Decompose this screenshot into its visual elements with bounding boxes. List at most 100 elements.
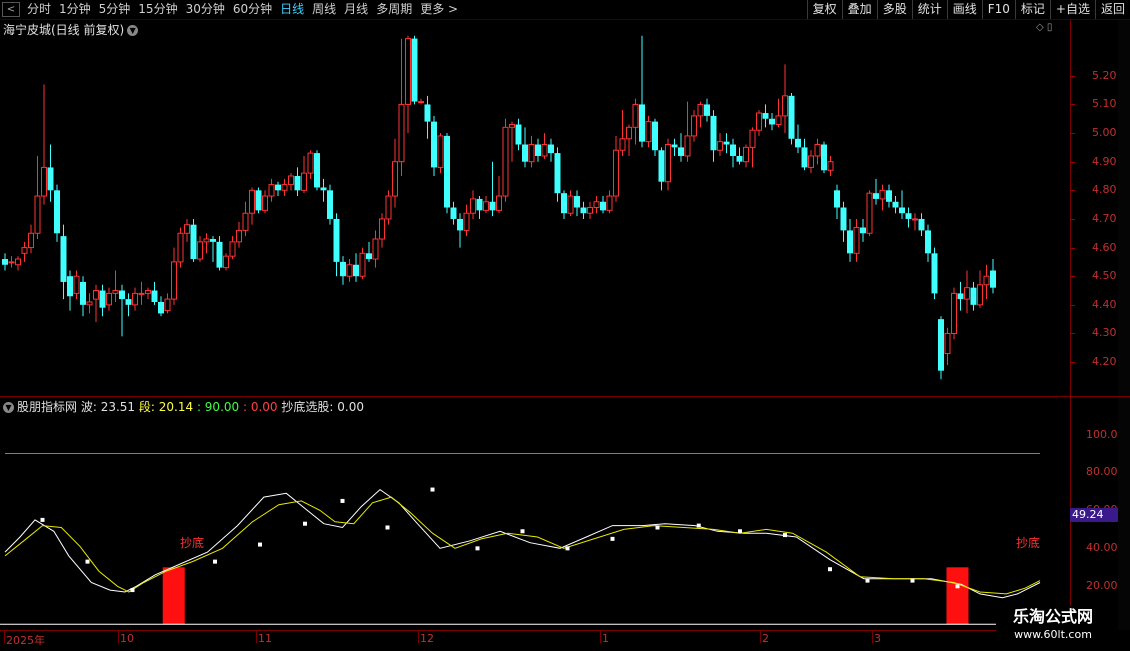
candle-body-up (665, 144, 671, 183)
candle-body-up (756, 112, 762, 131)
candle-body-down (905, 213, 912, 219)
chart-canvas[interactable] (0, 0, 1070, 630)
wave-marker (955, 584, 960, 589)
signal-bar (946, 567, 969, 625)
candle-body-down (67, 276, 73, 297)
candle-body-up (418, 101, 424, 104)
candle-body-up (470, 198, 476, 214)
candle-body-down (990, 270, 996, 288)
candle-body-up (281, 184, 288, 191)
seg-value: 段: 20.14 (138, 400, 194, 414)
indicator-tick-label: 20.00 (1086, 579, 1118, 593)
price-tick-mark (1070, 362, 1075, 364)
watermark-main: 乐淘公式网 (1012, 607, 1093, 626)
price-tick-label: 5.10 (1092, 97, 1117, 111)
indicator-name[interactable]: 股朋指标网 (17, 400, 77, 414)
time-divider (760, 631, 761, 643)
candle-body-up (236, 229, 242, 243)
candle-body-down (795, 138, 801, 148)
price-tick-label: 5.00 (1092, 126, 1117, 140)
indicator-tick-label: 40.00 (1086, 541, 1118, 555)
candle-body-down (489, 201, 496, 211)
candle-body-down (320, 187, 327, 191)
candle-body-down (736, 155, 743, 162)
candle-body-up (268, 184, 275, 197)
candle-body-up (619, 138, 626, 151)
wave-marker (258, 542, 262, 547)
time-axis: 2025年 10 11 12 1 2 3 (0, 630, 1070, 651)
candle-body-up (632, 103, 639, 128)
signal-label: 抄底 (180, 536, 205, 550)
candle-body-up (944, 332, 951, 355)
price-tick-mark (1070, 104, 1075, 106)
candle-body-up (262, 195, 268, 211)
candle-body-up (983, 275, 990, 286)
candle-body-up (385, 195, 392, 220)
candle-body-down (834, 190, 840, 208)
candle-body-up (177, 232, 184, 263)
candle-body-down (730, 144, 736, 156)
right-axis-line (1070, 20, 1071, 630)
time-divider (872, 631, 873, 643)
candle-body-down (847, 230, 853, 254)
wave-marker (130, 588, 135, 593)
candle-body-up (86, 301, 93, 306)
candle-body-down (151, 290, 158, 302)
wave-marker (520, 529, 525, 534)
candle-body-down (216, 241, 223, 268)
candle-body-up (749, 129, 756, 148)
wave-marker (40, 517, 45, 522)
candle-body-up (184, 224, 190, 234)
candle-body-up (437, 135, 444, 168)
candle-body-down (411, 38, 418, 102)
candle-body-up (171, 261, 177, 300)
candle-body-up (359, 252, 366, 277)
price-tick-mark (1070, 304, 1075, 306)
candle-body-up (743, 146, 749, 163)
candle-body-down (431, 121, 437, 168)
candle-body-up (866, 192, 873, 234)
candle-body-down (158, 301, 164, 314)
signal-label: 抄底 (1016, 536, 1041, 550)
candle-body-down (457, 218, 463, 231)
candle-body-down (886, 190, 892, 202)
candle-body-down (327, 190, 333, 219)
candle-body-up (301, 172, 307, 191)
candle-body-up (15, 258, 21, 266)
candle-body-up (249, 189, 255, 214)
candle-body-down (892, 201, 899, 208)
price-tick-mark (1070, 161, 1075, 163)
candle-body-down (821, 144, 827, 171)
candle-body-up (502, 126, 509, 197)
wave-marker (910, 578, 915, 583)
level-value: : 90.00 (196, 400, 240, 414)
candle-body-up (483, 201, 489, 211)
price-tick-mark (1070, 218, 1075, 220)
red-value: : 0.00 (242, 400, 278, 414)
candle-body-down (119, 290, 125, 300)
candle-body-up (164, 298, 171, 312)
watermark: 乐淘公式网 www.60lt.com (996, 606, 1110, 646)
candle-body-up (613, 149, 619, 197)
candle-body-up (528, 144, 535, 163)
candle-body-up (392, 161, 398, 197)
wave-marker (565, 546, 570, 551)
time-divider (256, 631, 257, 643)
panel-divider[interactable] (0, 396, 1130, 397)
chevron-down-icon[interactable]: ▼ (3, 402, 14, 413)
candle-body-down (658, 150, 665, 182)
candle-body-up (8, 261, 15, 264)
candle-body-down (548, 144, 554, 154)
candle-body-up (879, 189, 886, 200)
time-divider (600, 631, 601, 643)
candle-body-down (54, 190, 60, 234)
candle-body-up (223, 255, 229, 269)
tool-button-8[interactable]: 返回 (1094, 0, 1130, 19)
candle-body-up (112, 290, 119, 294)
wave-value: 波: 23.51 (80, 400, 136, 414)
candle-body-down (652, 121, 658, 151)
wave-marker (828, 567, 832, 572)
wave-marker (430, 487, 435, 492)
candle-body-down (99, 290, 106, 308)
candle-body-down (957, 293, 964, 300)
